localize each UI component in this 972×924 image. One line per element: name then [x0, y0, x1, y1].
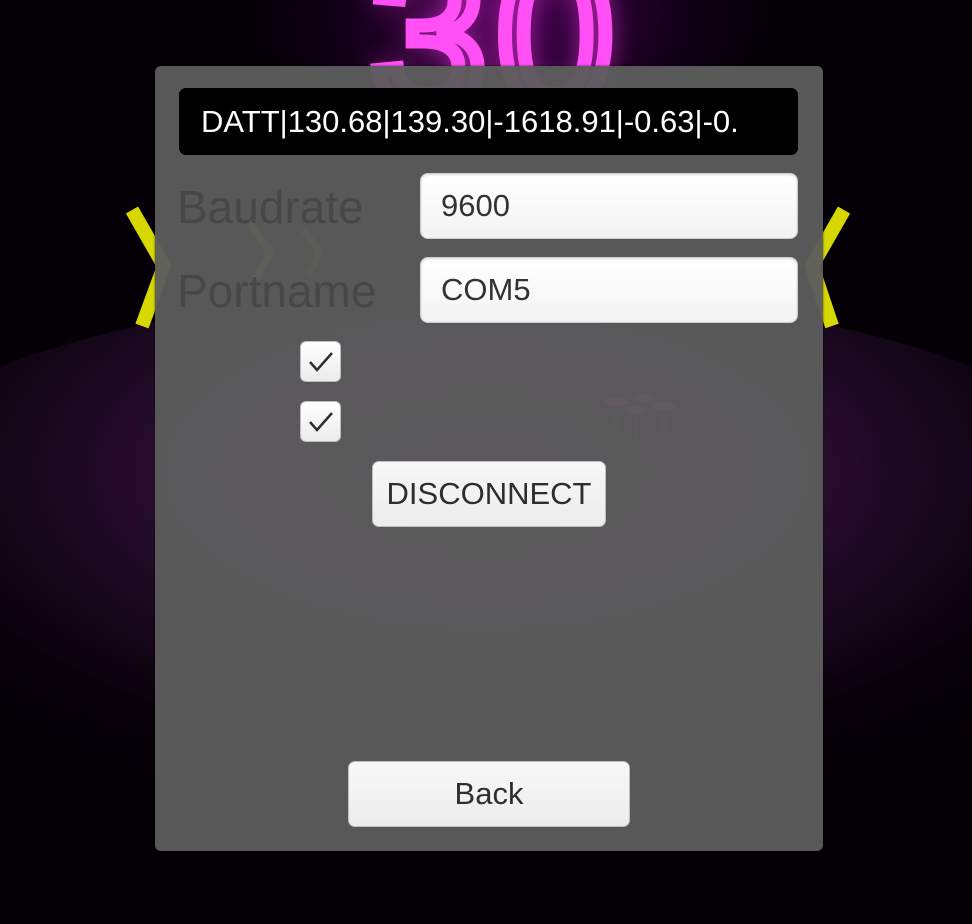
- game-scene: 30: [0, 0, 972, 924]
- option-checkbox-2[interactable]: [300, 401, 341, 442]
- serial-data-readout: DATT|130.68|139.30|-1618.91|-0.63|-0.: [179, 88, 798, 155]
- disconnect-button[interactable]: DISCONNECT: [372, 461, 606, 527]
- back-button[interactable]: Back: [348, 761, 630, 827]
- baudrate-input[interactable]: [420, 173, 798, 239]
- baudrate-label: Baudrate: [177, 181, 364, 233]
- serial-connection-panel: DATT|130.68|139.30|-1618.91|-0.63|-0. Ba…: [155, 66, 823, 851]
- portname-input[interactable]: [420, 257, 798, 323]
- checkmark-icon: [308, 351, 333, 372]
- option-checkbox-1[interactable]: [300, 341, 341, 382]
- checkmark-icon: [308, 411, 333, 432]
- portname-label: Portname: [177, 265, 377, 317]
